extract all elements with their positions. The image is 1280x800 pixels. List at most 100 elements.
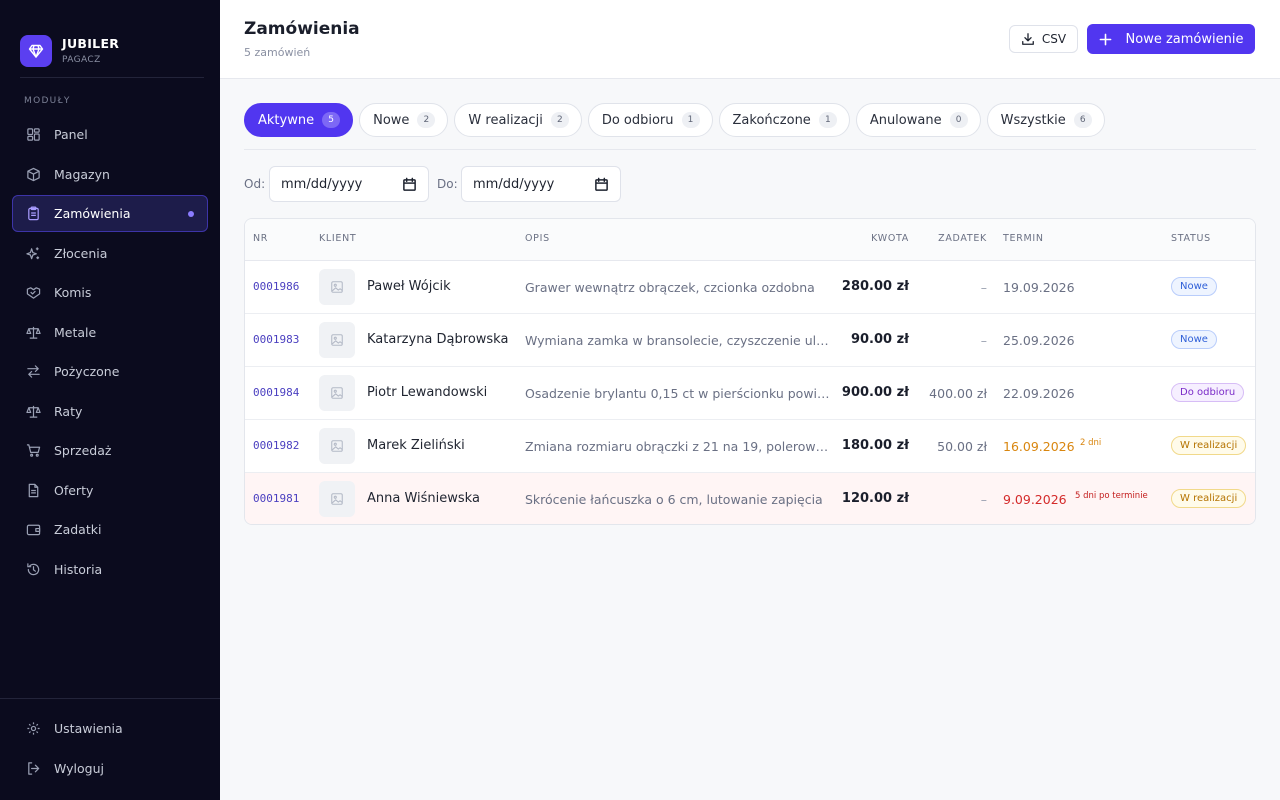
order-amount: 180.00 zł bbox=[841, 438, 909, 453]
status-badge: W realizacji bbox=[1171, 489, 1247, 508]
image-placeholder-icon bbox=[319, 269, 355, 305]
calendar-icon[interactable] bbox=[402, 177, 417, 192]
tab-count: 1 bbox=[681, 112, 700, 128]
new-order-button[interactable]: Nowe zamówienie bbox=[1087, 24, 1255, 54]
order-number[interactable]: 0001982 bbox=[253, 439, 299, 452]
tab-label: Do odbioru bbox=[601, 112, 674, 128]
active-indicator bbox=[188, 211, 194, 217]
page-subtitle: 5 zamówień bbox=[244, 46, 311, 59]
image-placeholder-icon bbox=[319, 375, 355, 411]
tab-label: Wszystkie bbox=[1000, 112, 1066, 128]
column-header-amount[interactable]: KWOTA bbox=[871, 233, 909, 244]
diamond-icon bbox=[20, 34, 52, 67]
order-term: 25.09.2026 bbox=[1003, 333, 1075, 348]
tab-w-realizacji[interactable]: W realizacji 2 bbox=[454, 103, 582, 137]
sidebar-item-label: Wyloguj bbox=[54, 760, 104, 776]
tab-aktywne[interactable]: Aktywne 5 bbox=[244, 103, 354, 137]
sidebar-item-label: Magazyn bbox=[54, 166, 110, 182]
table-row[interactable]: 0001983 Katarzyna Dąbrowska Wymiana zamk… bbox=[245, 314, 1255, 367]
status-tabs: Aktywne 5 Nowe 2 W realizacji 2 Do odbioru 1… bbox=[244, 103, 1111, 137]
table-header: NR KLIENT OPIS KWOTA ZADATEK TERMIN STAT… bbox=[245, 219, 1255, 261]
sidebar-item-label: Złocenia bbox=[54, 245, 108, 261]
image-placeholder-icon bbox=[319, 428, 355, 464]
sidebar-item-sprzedaz[interactable]: Sprzedaż bbox=[12, 432, 208, 469]
order-description: Grawer wewnątrz obrączek, czcionka ozdob… bbox=[525, 280, 815, 295]
sidebar-item-label: Oferty bbox=[54, 482, 94, 498]
order-deposit: – bbox=[980, 333, 987, 348]
table-row[interactable]: 0001982 Marek Zieliński Zmiana rozmiaru … bbox=[245, 420, 1255, 473]
date-to-label: Do: bbox=[437, 177, 458, 191]
dashboard-icon bbox=[25, 127, 41, 143]
gear-icon bbox=[25, 721, 41, 737]
image-placeholder-icon bbox=[319, 322, 355, 358]
order-number[interactable]: 0001984 bbox=[253, 386, 299, 399]
sidebar-item-historia[interactable]: Historia bbox=[12, 551, 208, 588]
sidebar-item-raty[interactable]: Raty bbox=[12, 393, 208, 430]
column-header-client[interactable]: KLIENT bbox=[319, 233, 356, 244]
sidebar-item-ustawienia[interactable]: Ustawienia bbox=[12, 710, 208, 747]
scale-icon bbox=[25, 324, 41, 340]
sidebar-item-magazyn[interactable]: Magazyn bbox=[12, 156, 208, 193]
column-header-nr[interactable]: NR bbox=[253, 233, 268, 244]
sidebar-item-komis[interactable]: Komis bbox=[12, 274, 208, 311]
sidebar-item-wyloguj[interactable]: Wyloguj bbox=[12, 750, 208, 787]
sidebar-item-pozyczone[interactable]: Pożyczone bbox=[12, 353, 208, 390]
sidebar-item-label: Panel bbox=[54, 127, 88, 142]
sidebar-item-label: Sprzedaż bbox=[54, 443, 112, 458]
status-badge: Do odbioru bbox=[1171, 383, 1245, 402]
table-row[interactable]: 0001986 Paweł Wójcik Grawer wewnątrz obr… bbox=[245, 261, 1255, 314]
order-description: Skrócenie łańcuszka o 6 cm, lutowanie za… bbox=[525, 492, 823, 507]
new-order-label: Nowe zamówienie bbox=[1125, 31, 1244, 47]
sidebar-item-label: Metale bbox=[54, 324, 97, 340]
order-description: Wymiana zamka w bransolecie, czyszczenie… bbox=[525, 333, 830, 348]
order-number[interactable]: 0001986 bbox=[253, 280, 299, 293]
sidebar-item-oferty[interactable]: Oferty bbox=[12, 472, 208, 509]
column-header-status[interactable]: STATUS bbox=[1171, 233, 1211, 244]
sidebar-item-zamowienia[interactable]: Zamówienia bbox=[12, 195, 208, 232]
tab-nowe[interactable]: Nowe 2 bbox=[359, 103, 449, 137]
status-badge: Nowe bbox=[1171, 330, 1217, 349]
sidebar-item-metale[interactable]: Metale bbox=[12, 314, 208, 351]
tab-anulowane[interactable]: Anulowane 0 bbox=[855, 103, 981, 137]
order-term: 9.09.2026 bbox=[1003, 492, 1067, 507]
column-header-desc[interactable]: OPIS bbox=[525, 233, 550, 244]
client-name: Marek Zieliński bbox=[367, 438, 465, 453]
table-row[interactable]: 0001984 Piotr Lewandowski Osadzenie bryl… bbox=[245, 367, 1255, 420]
plus-icon bbox=[1099, 33, 1112, 46]
order-number[interactable]: 0001981 bbox=[253, 492, 299, 505]
column-header-term[interactable]: TERMIN bbox=[1003, 233, 1044, 244]
sidebar-item-panel[interactable]: Panel bbox=[12, 116, 208, 153]
date-from-label: Od: bbox=[244, 177, 266, 191]
tab-zakonczone[interactable]: Zakończone 1 bbox=[718, 103, 850, 137]
order-number[interactable]: 0001983 bbox=[253, 333, 299, 346]
brand-name: JUBILER bbox=[62, 35, 120, 51]
date-from-input[interactable]: mm/dd/yyyy bbox=[269, 166, 429, 202]
table-row[interactable]: 0001981 Anna Wiśniewska Skrócenie łańcus… bbox=[245, 473, 1255, 524]
brand-subtitle: PAGACZ bbox=[62, 54, 101, 65]
tab-wszystkie[interactable]: Wszystkie 6 bbox=[986, 103, 1105, 137]
order-amount: 900.00 zł bbox=[841, 385, 909, 400]
sidebar-nav: Panel Magazyn Zamówienia Złocenia Komis … bbox=[12, 116, 208, 590]
status-badge: W realizacji bbox=[1171, 436, 1247, 455]
date-to-value: mm/dd/yyyy bbox=[473, 176, 555, 192]
document-icon bbox=[25, 482, 41, 498]
sidebar-item-label: Komis bbox=[54, 285, 92, 300]
order-deposit: 50.00 zł bbox=[937, 439, 987, 454]
percent-icon bbox=[25, 403, 41, 419]
sparkles-icon bbox=[25, 245, 41, 261]
tab-count: 2 bbox=[550, 112, 569, 128]
tab-label: Nowe bbox=[373, 112, 410, 128]
csv-export-button[interactable]: CSV bbox=[1009, 25, 1078, 53]
date-to-input[interactable]: mm/dd/yyyy bbox=[461, 166, 621, 202]
order-deposit: 400.00 zł bbox=[929, 386, 987, 401]
divider bbox=[20, 77, 204, 78]
sidebar-item-zadatki[interactable]: Zadatki bbox=[12, 511, 208, 548]
tab-do-odbioru[interactable]: Do odbioru 1 bbox=[587, 103, 713, 137]
calendar-icon[interactable] bbox=[594, 177, 609, 192]
order-term: 16.09.2026 bbox=[1003, 439, 1075, 454]
term-note: 2 dni bbox=[1080, 438, 1102, 448]
brand[interactable]: JUBILER PAGACZ bbox=[0, 0, 220, 78]
order-description: Osadzenie brylantu 0,15 ct w pierścionku… bbox=[525, 386, 830, 401]
sidebar-item-zlocenia[interactable]: Złocenia bbox=[12, 235, 208, 272]
column-header-deposit[interactable]: ZADATEK bbox=[938, 233, 987, 244]
